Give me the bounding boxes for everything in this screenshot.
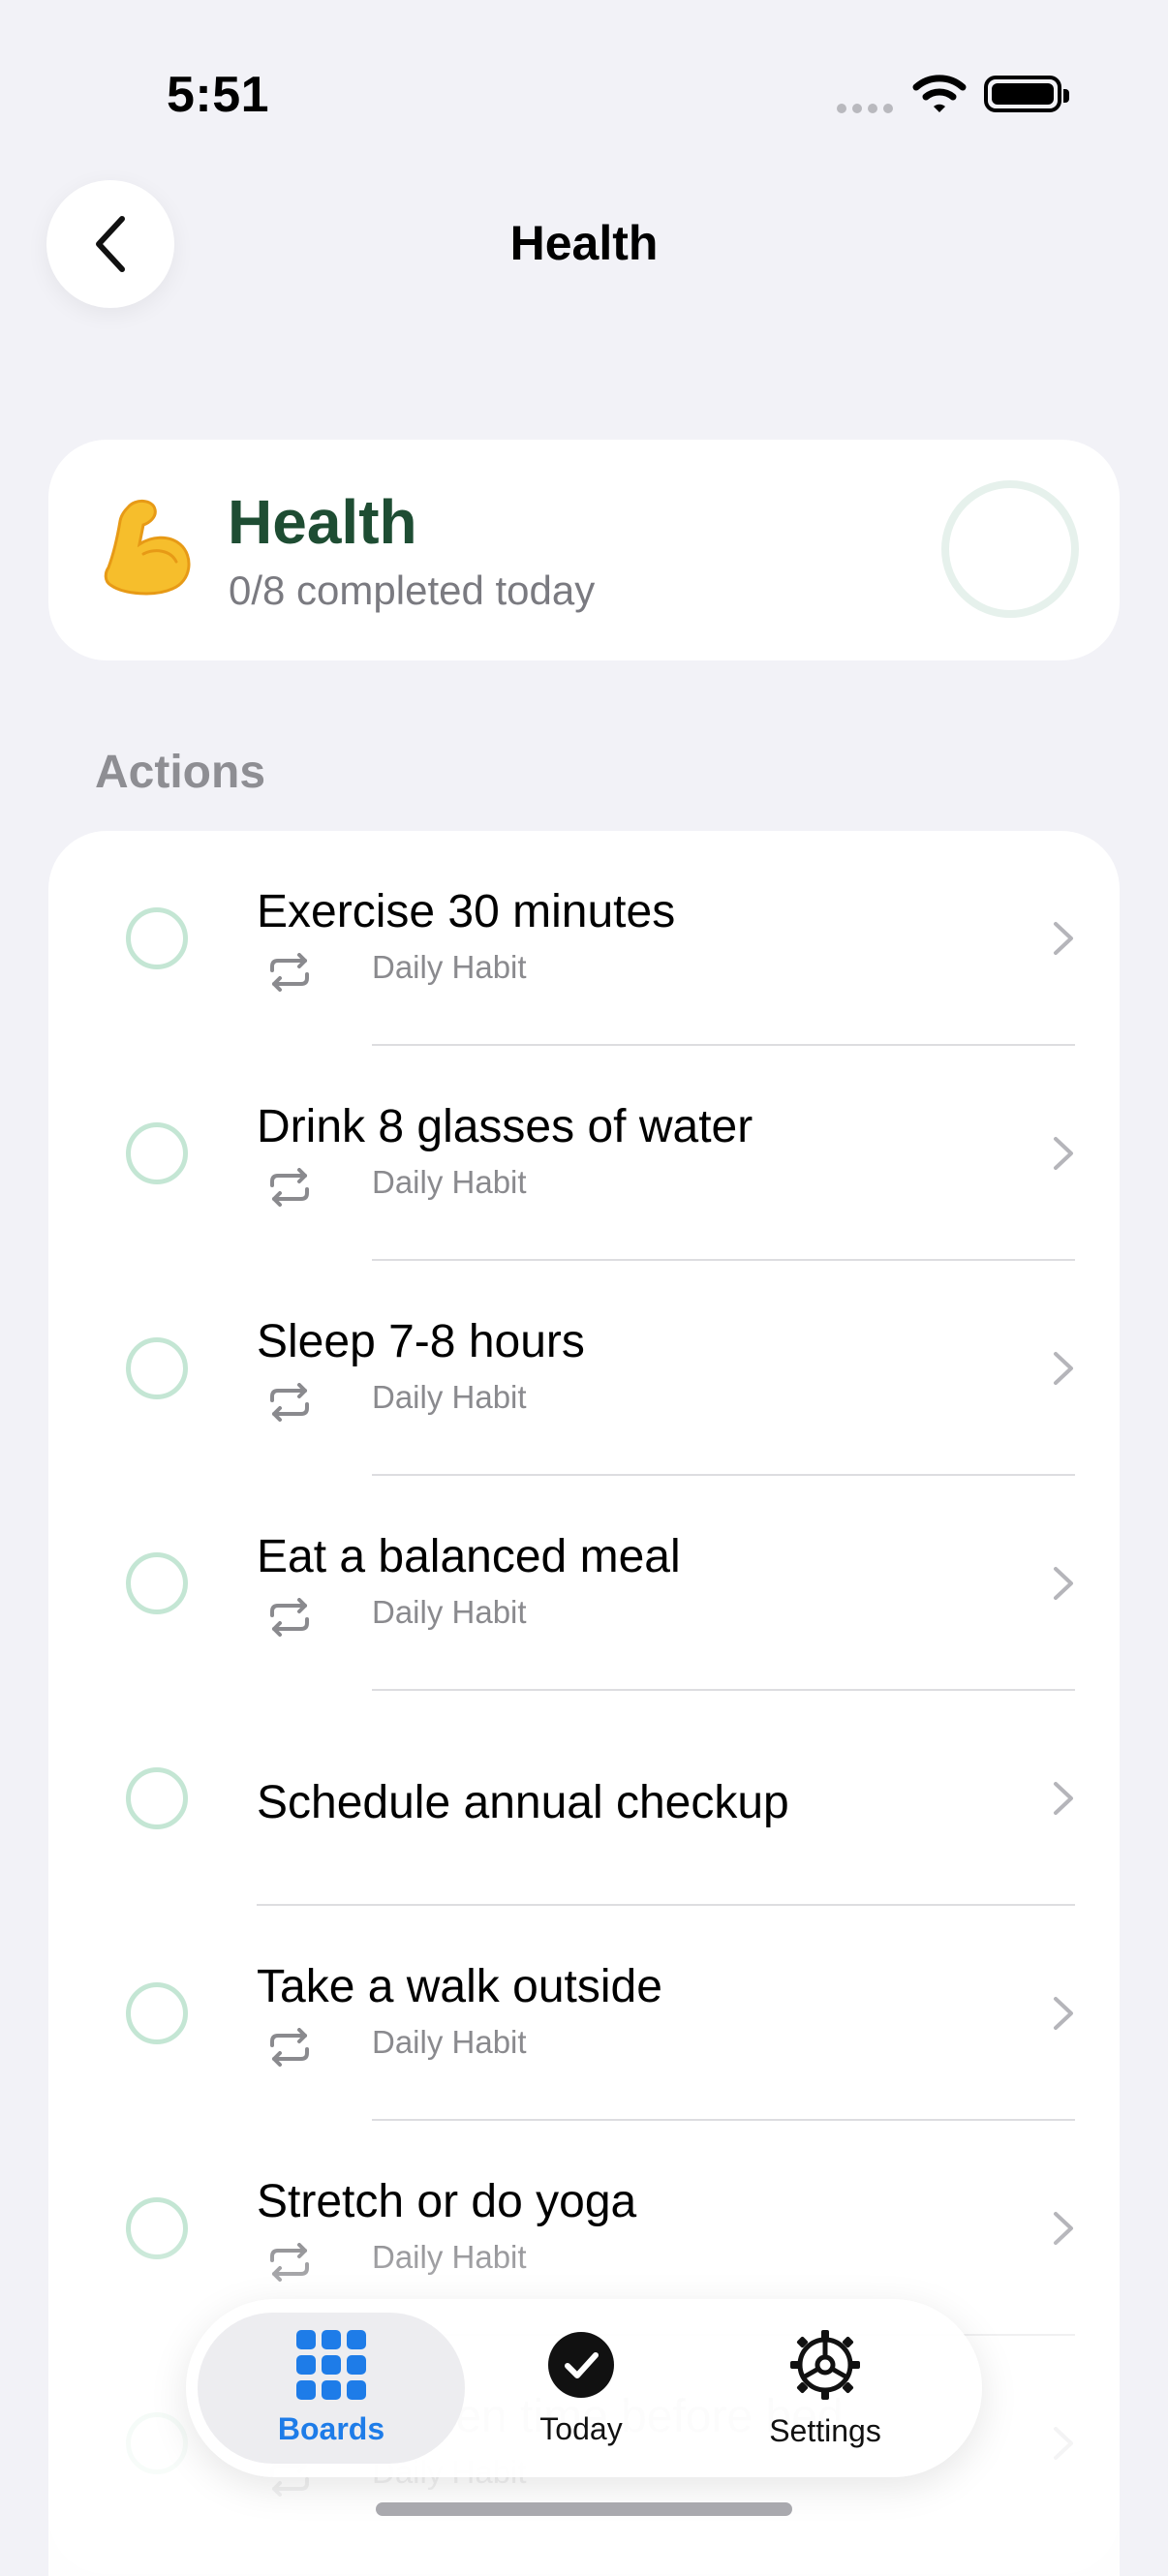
flexed-biceps-icon [104, 500, 191, 596]
chevron-right-icon [1054, 922, 1073, 955]
board-progress-text: 0/8 completed today [229, 567, 596, 613]
tab-today[interactable]: Today [494, 2299, 668, 2477]
completion-checkbox[interactable] [126, 1337, 188, 1399]
action-row[interactable]: Exercise 30 minutes Daily Habit [48, 831, 1120, 1046]
repeat-icon [270, 2028, 309, 2067]
action-subtitle: Daily Habit [372, 1594, 527, 1630]
repeat-icon [270, 1168, 309, 1207]
chevron-right-icon [1054, 1997, 1073, 2030]
action-subtitle: Daily Habit [372, 1164, 527, 1200]
completion-checkbox[interactable] [126, 1767, 188, 1829]
repeat-icon [270, 953, 309, 992]
wifi-icon [912, 75, 967, 112]
tab-label: Boards [277, 2410, 385, 2446]
board-title: Health [228, 487, 417, 557]
action-row[interactable]: Sleep 7-8 hours Daily Habit [48, 1261, 1120, 1476]
action-subtitle: Daily Habit [372, 1379, 527, 1415]
action-title: Drink 8 glasses of water [257, 1101, 753, 1152]
gear-icon [790, 2329, 860, 2400]
tab-boards[interactable]: Boards [198, 2313, 465, 2464]
battery-icon [984, 76, 1069, 112]
section-header-actions: Actions [95, 747, 266, 798]
chevron-right-icon [1054, 1352, 1073, 1385]
action-title: Exercise 30 minutes [257, 886, 676, 937]
repeat-icon [270, 1383, 309, 1422]
board-progress-ring [941, 480, 1079, 618]
repeat-icon [270, 1598, 309, 1637]
page-title: Health [509, 216, 659, 270]
action-title: Sleep 7-8 hours [257, 1316, 585, 1367]
tab-settings[interactable]: Settings [728, 2299, 922, 2477]
chevron-right-icon [1054, 1137, 1073, 1170]
action-title: Stretch or do yoga [257, 2176, 637, 2227]
cellular-signal-icon [837, 101, 899, 118]
completion-checkbox[interactable] [126, 1552, 188, 1614]
action-row[interactable]: Take a walk outside Daily Habit [48, 1906, 1120, 2121]
completion-checkbox[interactable] [126, 907, 188, 969]
action-row[interactable]: Schedule annual checkup [48, 1691, 1120, 1906]
tab-label: Settings [769, 2412, 881, 2448]
checkmark-circle-icon [548, 2331, 614, 2398]
action-title: Schedule annual checkup [257, 1777, 789, 1828]
status-time: 5:51 [167, 67, 270, 123]
grid-icon [296, 2329, 366, 2400]
home-indicator [376, 2502, 792, 2516]
tab-bar: Boards Today Settings [186, 2299, 982, 2477]
action-subtitle: Daily Habit [372, 2024, 527, 2060]
action-title: Eat a balanced meal [257, 1531, 681, 1582]
chevron-right-icon [1054, 1567, 1073, 1600]
action-row[interactable]: Eat a balanced meal Daily Habit [48, 1476, 1120, 1691]
completion-checkbox[interactable] [126, 1982, 188, 2044]
action-row[interactable]: Drink 8 glasses of water Daily Habit [48, 1046, 1120, 1261]
chevron-right-icon [1054, 1782, 1073, 1815]
completion-checkbox[interactable] [126, 1122, 188, 1184]
action-subtitle: Daily Habit [372, 949, 527, 985]
tab-label: Today [539, 2410, 623, 2446]
action-title: Take a walk outside [257, 1961, 662, 2012]
